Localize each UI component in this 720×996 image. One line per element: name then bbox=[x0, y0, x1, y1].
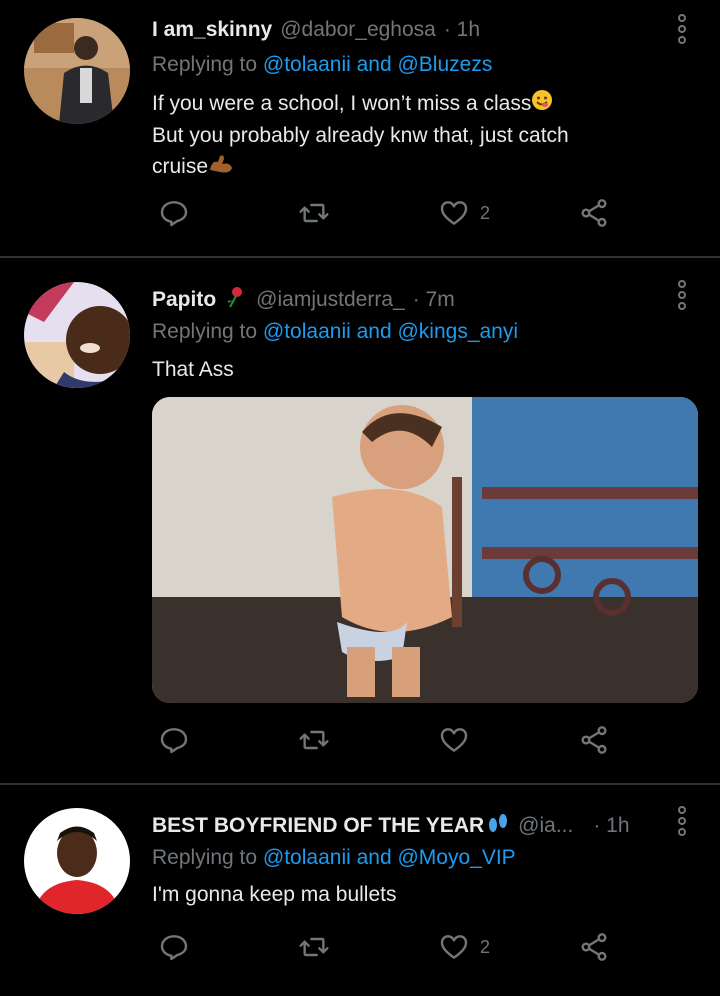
reply-mentions[interactable]: @tolaanii and @kings_anyi bbox=[263, 320, 518, 343]
replying-to: Replying to @tolaanii and @kings_anyi bbox=[152, 320, 518, 344]
tweet-header: I am_skinny @dabor_eghosa · 1h bbox=[152, 18, 480, 42]
tweet-text: That Ass bbox=[152, 354, 652, 385]
replying-to: Replying to @tolaanii and @Bluzezs bbox=[152, 53, 492, 77]
reply-icon bbox=[160, 728, 188, 754]
more-options-icon[interactable] bbox=[674, 806, 690, 836]
text-line: That Ass bbox=[152, 358, 234, 381]
reply-icon bbox=[160, 201, 188, 227]
share-button[interactable] bbox=[578, 931, 610, 963]
text-line: If you were a school, I won’t miss a cla… bbox=[152, 92, 532, 115]
handle[interactable]: @iamjustderra_ bbox=[256, 288, 405, 312]
timestamp[interactable]: · 7m bbox=[413, 288, 455, 312]
share-icon bbox=[581, 933, 607, 961]
share-icon bbox=[581, 726, 607, 754]
avatar[interactable] bbox=[24, 282, 130, 388]
heart-icon bbox=[440, 201, 468, 225]
like-count: 2 bbox=[480, 202, 491, 223]
reply-button[interactable] bbox=[158, 197, 190, 229]
like-button[interactable]: 2 bbox=[438, 197, 490, 229]
retweet-icon bbox=[299, 730, 329, 750]
text-line: cruise bbox=[152, 154, 209, 178]
tweet-header: Papito @iamjustderra_ · 7m bbox=[152, 286, 455, 314]
tweet-1[interactable]: I am_skinny @dabor_eghosa · 1h Replying … bbox=[0, 0, 720, 255]
tweet-actions: 2 bbox=[150, 197, 630, 237]
footprints-icon bbox=[486, 812, 510, 840]
share-icon bbox=[581, 199, 607, 227]
timestamp[interactable]: · 1h bbox=[593, 814, 629, 838]
like-button[interactable]: 2 bbox=[438, 931, 490, 963]
display-name[interactable]: BEST BOYFRIEND OF THE YEAR bbox=[152, 814, 484, 838]
tweet-3[interactable]: BEST BOYFRIEND OF THE YEAR @ia... · 1h R… bbox=[0, 785, 720, 996]
avatar[interactable] bbox=[24, 18, 130, 124]
tweet-actions: 2 bbox=[150, 931, 630, 971]
heart-icon bbox=[440, 935, 468, 959]
retweet-button[interactable] bbox=[298, 197, 330, 229]
display-name[interactable]: Papito bbox=[152, 288, 216, 312]
retweet-icon bbox=[299, 203, 329, 223]
handle[interactable]: @ia... bbox=[518, 814, 573, 838]
replying-prefix: Replying to bbox=[152, 320, 258, 343]
replying-prefix: Replying to bbox=[152, 53, 258, 76]
yum-emoji-icon bbox=[531, 89, 553, 120]
tweet-header: BEST BOYFRIEND OF THE YEAR @ia... · 1h bbox=[152, 812, 630, 840]
replying-to: Replying to @tolaanii and @Moyo_VIP bbox=[152, 846, 516, 870]
flexed-biceps-icon bbox=[208, 152, 234, 183]
tweet-text: If you were a school, I won’t miss a cla… bbox=[152, 88, 652, 183]
tweet-text: I'm gonna keep ma bullets bbox=[152, 879, 652, 910]
reply-button[interactable] bbox=[158, 724, 190, 756]
text-line: But you probably already knw that, just … bbox=[152, 123, 569, 147]
reply-mentions[interactable]: @tolaanii and @Bluzezs bbox=[263, 53, 492, 76]
timestamp[interactable]: · 1h bbox=[444, 18, 480, 42]
retweet-button[interactable] bbox=[298, 724, 330, 756]
avatar[interactable] bbox=[24, 808, 130, 914]
retweet-button[interactable] bbox=[298, 931, 330, 963]
tweet-media-image[interactable] bbox=[152, 397, 698, 703]
reply-mentions[interactable]: @tolaanii and @Moyo_VIP bbox=[263, 846, 516, 869]
tweet-actions bbox=[150, 724, 630, 764]
rose-icon bbox=[224, 286, 246, 314]
reply-button[interactable] bbox=[158, 931, 190, 963]
more-options-icon[interactable] bbox=[674, 280, 690, 310]
like-button[interactable] bbox=[438, 724, 470, 756]
like-count: 2 bbox=[480, 936, 491, 957]
replying-prefix: Replying to bbox=[152, 846, 258, 869]
display-name[interactable]: I am_skinny bbox=[152, 18, 272, 42]
heart-icon bbox=[440, 728, 468, 752]
text-line: I'm gonna keep ma bullets bbox=[152, 883, 397, 906]
more-options-icon[interactable] bbox=[674, 14, 690, 44]
share-button[interactable] bbox=[578, 724, 610, 756]
reply-icon bbox=[160, 935, 188, 961]
handle[interactable]: @dabor_eghosa bbox=[280, 18, 436, 42]
share-button[interactable] bbox=[578, 197, 610, 229]
retweet-icon bbox=[299, 937, 329, 957]
